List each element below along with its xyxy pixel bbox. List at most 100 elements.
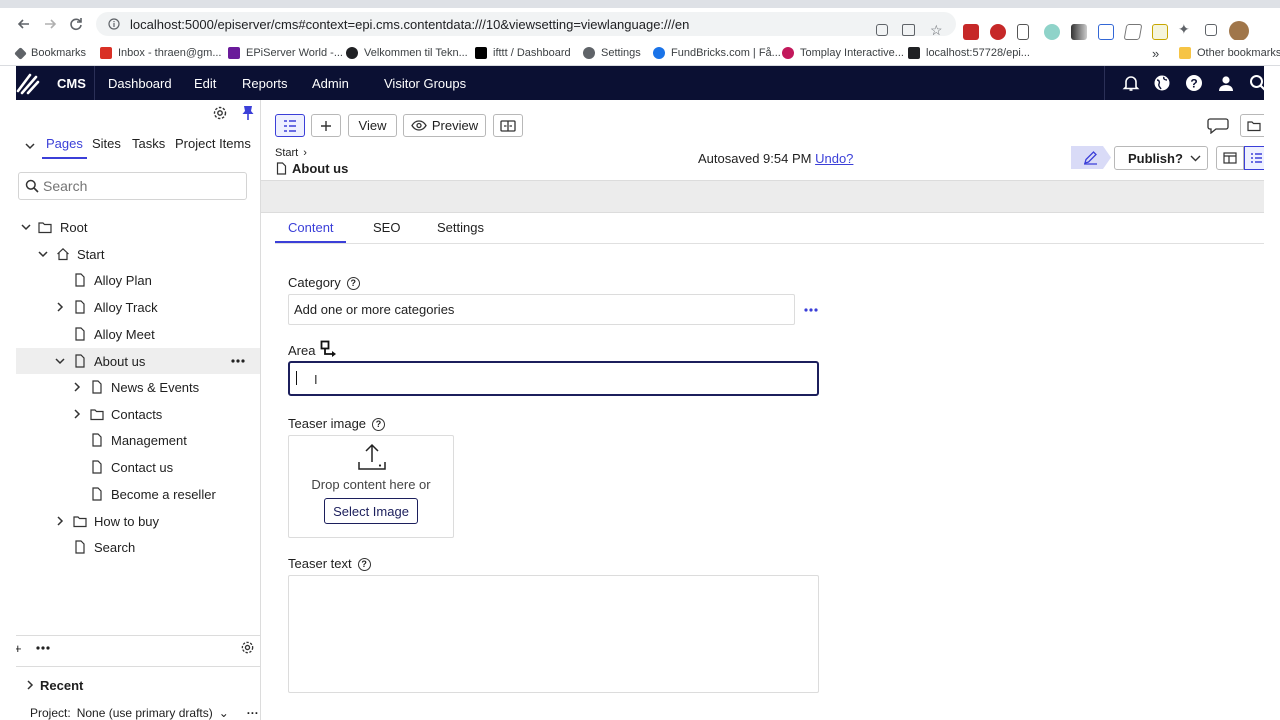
- help-icon[interactable]: ?: [357, 558, 371, 572]
- bookmark-item[interactable]: Velkommen til Tekn...: [346, 44, 468, 62]
- tree-item-news-events[interactable]: News & Events: [16, 374, 260, 400]
- tree-item-start[interactable]: Start: [16, 241, 260, 267]
- tree-item-contacts[interactable]: Contacts: [16, 401, 260, 427]
- extension-icon[interactable]: [1017, 24, 1029, 40]
- nav-edit[interactable]: Edit: [194, 66, 216, 100]
- more-bookmarks-button[interactable]: »: [1152, 44, 1159, 62]
- tree-item-how-to-buy[interactable]: How to buy: [16, 508, 260, 534]
- more-options-icon[interactable]: [36, 646, 50, 650]
- tree-item-about-us[interactable]: About us: [16, 348, 260, 374]
- help-icon[interactable]: ?: [372, 418, 386, 432]
- comment-icon[interactable]: [1207, 116, 1229, 134]
- tree-item-contact-us[interactable]: Contact us: [16, 454, 260, 480]
- tab-content[interactable]: Content: [288, 220, 334, 235]
- search-field[interactable]: [18, 172, 247, 200]
- navigation-pane: Pages Sites Tasks Project Items Root Sta…: [6, 100, 261, 720]
- pin-icon[interactable]: [241, 105, 255, 121]
- nav-admin[interactable]: Admin: [312, 66, 349, 100]
- bookmark-item[interactable]: Settings: [583, 44, 641, 62]
- chevron-right-icon[interactable]: [54, 301, 66, 313]
- tree-item-alloy-meet[interactable]: Alloy Meet: [16, 321, 260, 347]
- extension-icon[interactable]: [1044, 24, 1060, 40]
- tree-item-alloy-plan[interactable]: Alloy Plan: [16, 267, 260, 293]
- bookmark-item[interactable]: Inbox - thraen@gm...: [100, 44, 222, 62]
- teaser-image-dropzone[interactable]: Drop content here or Select Image: [288, 435, 454, 538]
- gear-icon[interactable]: [212, 105, 228, 121]
- share-icon[interactable]: [902, 24, 915, 36]
- tab-project-items[interactable]: Project Items: [175, 136, 251, 151]
- bookmark-item[interactable]: localhost:57728/epi...: [908, 44, 1030, 62]
- optimizely-logo-icon[interactable]: [16, 71, 40, 95]
- tab-settings[interactable]: Settings: [437, 220, 484, 235]
- cms-brand[interactable]: CMS: [57, 66, 86, 100]
- more-options-icon[interactable]: [231, 359, 245, 363]
- chevron-right-icon[interactable]: [71, 381, 83, 393]
- bookmark-item[interactable]: ifttt / Dashboard: [475, 44, 571, 62]
- area-input[interactable]: I: [288, 361, 819, 396]
- chevron-right-icon: [27, 680, 34, 690]
- extension-icon[interactable]: [963, 24, 979, 40]
- extension-icon[interactable]: [1098, 24, 1114, 40]
- nav-visitor-groups[interactable]: Visitor Groups: [384, 66, 466, 100]
- tab-seo[interactable]: SEO: [373, 220, 400, 235]
- publish-button[interactable]: Publish?: [1114, 146, 1208, 170]
- tab-tasks[interactable]: Tasks: [132, 136, 165, 151]
- back-arrow-icon[interactable]: [14, 14, 34, 34]
- bookmark-item[interactable]: FundBricks.com | Få...: [653, 44, 781, 62]
- chevron-down-icon[interactable]: [20, 221, 32, 233]
- add-button[interactable]: [311, 114, 341, 137]
- tree-item-become-a-reseller[interactable]: Become a reseller: [16, 481, 260, 507]
- extension-icon[interactable]: [1152, 24, 1168, 40]
- tree-item-search[interactable]: Search: [16, 534, 260, 560]
- chevron-right-icon[interactable]: [54, 515, 66, 527]
- open-external-icon[interactable]: [876, 24, 888, 36]
- chevron-down-icon[interactable]: [54, 355, 66, 367]
- profile-avatar[interactable]: [1229, 21, 1249, 41]
- toggle-navigation-button[interactable]: [275, 114, 305, 137]
- editing-indicator: [1071, 146, 1111, 169]
- undo-link[interactable]: Undo?: [815, 151, 853, 166]
- select-image-button[interactable]: Select Image: [324, 498, 418, 524]
- more-options-icon[interactable]: ···: [247, 706, 259, 720]
- tab-pages[interactable]: Pages: [46, 136, 83, 151]
- star-icon[interactable]: ☆: [930, 22, 943, 39]
- gear-icon[interactable]: [240, 640, 255, 655]
- tree-item-alloy-track[interactable]: Alloy Track: [16, 294, 260, 320]
- tree-item-root[interactable]: Root: [16, 214, 260, 240]
- bookmark-item[interactable]: Tomplay Interactive...: [782, 44, 904, 62]
- chevron-down-icon[interactable]: [24, 140, 36, 152]
- adblock-icon[interactable]: [990, 24, 1006, 40]
- chevron-down-icon[interactable]: [37, 248, 49, 260]
- bookmark-item[interactable]: Bookmarks: [14, 44, 86, 62]
- compare-button[interactable]: [493, 114, 523, 137]
- category-selector[interactable]: Add one or more categories: [288, 294, 795, 325]
- search-input[interactable]: [43, 178, 233, 194]
- teaser-text-editor[interactable]: [288, 575, 819, 693]
- preview-button[interactable]: Preview: [403, 114, 486, 137]
- list-icon: [1250, 153, 1262, 163]
- view-button[interactable]: View: [348, 114, 397, 137]
- other-bookmarks[interactable]: Other bookmarks: [1179, 44, 1280, 62]
- nav-dashboard[interactable]: Dashboard: [108, 66, 172, 100]
- tree-item-management[interactable]: Management: [16, 427, 260, 453]
- extension-icon[interactable]: [1123, 24, 1143, 40]
- sidepanel-icon[interactable]: [1205, 24, 1217, 36]
- address-bar[interactable]: localhost:5000/episerver/cms#context=epi…: [96, 12, 956, 36]
- globe-icon[interactable]: [1153, 74, 1171, 92]
- recent-section-header[interactable]: Recent: [16, 667, 260, 703]
- chevron-right-icon[interactable]: [71, 408, 83, 420]
- help-icon[interactable]: ?: [1185, 74, 1203, 92]
- more-options-icon[interactable]: [804, 308, 818, 312]
- layout-toggle-button[interactable]: [1216, 146, 1244, 170]
- user-icon[interactable]: [1217, 74, 1235, 92]
- forward-arrow-icon[interactable]: [40, 14, 60, 34]
- puzzle-icon[interactable]: ✦: [1178, 21, 1190, 38]
- reload-icon[interactable]: [66, 14, 86, 34]
- bookmark-item[interactable]: EPiServer World -...: [228, 44, 343, 62]
- tab-sites[interactable]: Sites: [92, 136, 121, 151]
- nav-reports[interactable]: Reports: [242, 66, 288, 100]
- breadcrumb-item-start[interactable]: Start: [275, 147, 298, 159]
- bell-icon[interactable]: [1122, 74, 1140, 92]
- help-icon[interactable]: ?: [346, 277, 360, 291]
- extension-icon[interactable]: [1071, 24, 1087, 40]
